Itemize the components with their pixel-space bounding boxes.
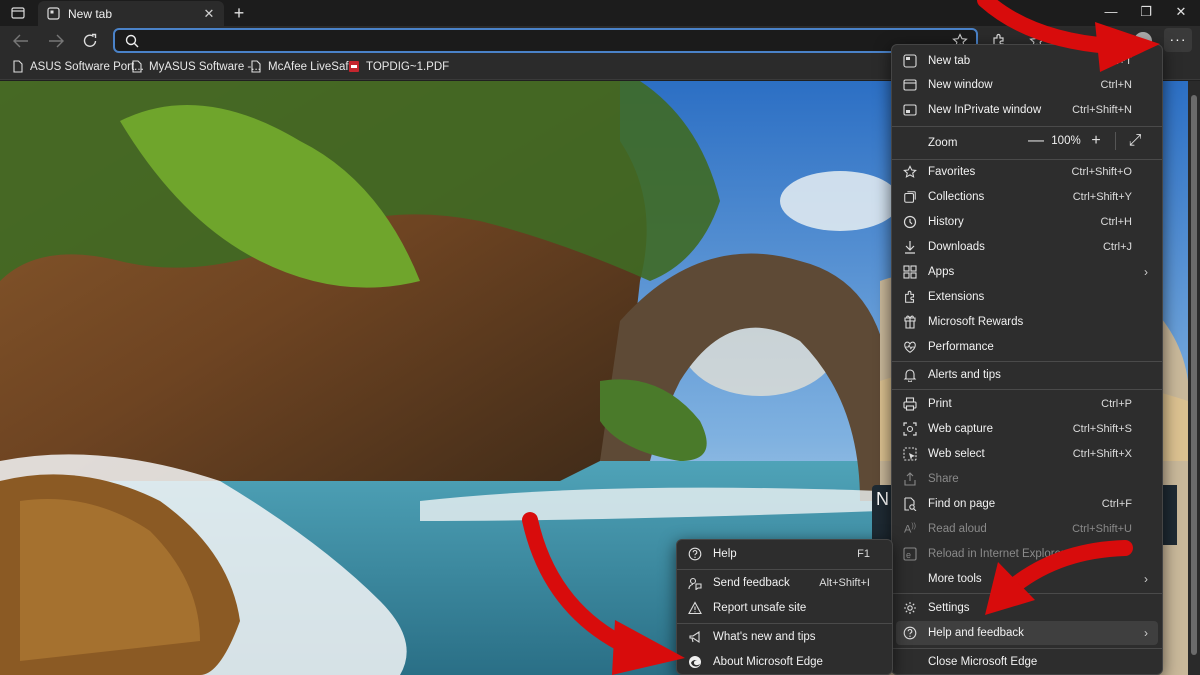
annotation-arrow-about bbox=[522, 512, 685, 675]
annotation-arrow-settings bbox=[985, 540, 1133, 615]
annotation-arrows bbox=[522, 0, 1160, 675]
annotation-arrow-top bbox=[977, 0, 1160, 72]
